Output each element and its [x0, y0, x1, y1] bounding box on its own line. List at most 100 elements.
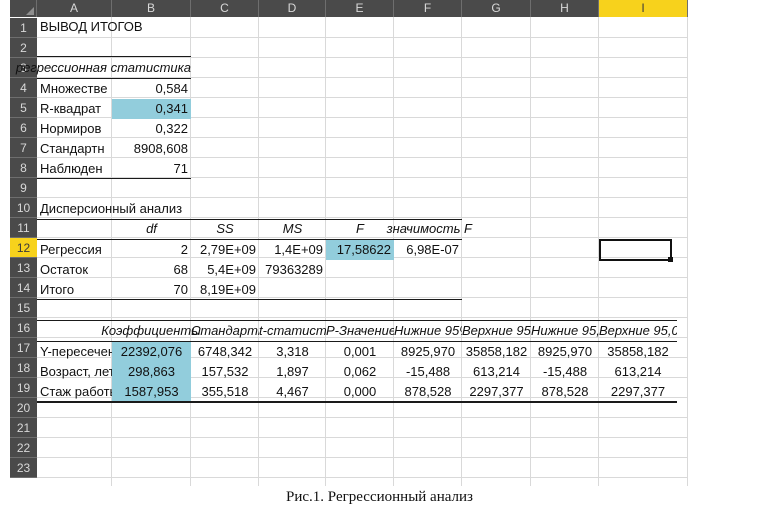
- stat-label[interactable]: Стандартн: [37, 139, 112, 159]
- row-header-18[interactable]: 18: [10, 358, 37, 378]
- coef-upper-95[interactable]: 613,214: [462, 362, 531, 382]
- anova-df[interactable]: 68: [112, 260, 191, 280]
- stat-value[interactable]: 8908,608: [112, 139, 191, 159]
- row-header-13[interactable]: 13: [10, 258, 37, 278]
- row-header-4[interactable]: 4: [10, 78, 37, 98]
- anova-df[interactable]: 2: [112, 240, 191, 260]
- row-header-20[interactable]: 20: [10, 398, 37, 418]
- anova-row-label[interactable]: Итого: [37, 280, 112, 300]
- anova-ss[interactable]: 5,4E+09: [191, 260, 259, 280]
- row-header-5[interactable]: 5: [10, 98, 37, 118]
- anova-row-label[interactable]: Регрессия: [37, 240, 112, 260]
- coef-p-value[interactable]: 0,000: [326, 382, 394, 402]
- coef-header-t-stat[interactable]: t-статистика: [259, 321, 326, 341]
- row-header-1[interactable]: 1: [10, 18, 37, 38]
- stat-label[interactable]: Множестве: [37, 79, 112, 99]
- stat-value[interactable]: 71: [112, 159, 191, 179]
- stat-label[interactable]: R-квадрат: [37, 99, 112, 119]
- anova-df[interactable]: 70: [112, 280, 191, 300]
- coef-lower-95[interactable]: 8925,970: [394, 342, 462, 362]
- coef-t-stat[interactable]: 4,467: [259, 382, 326, 402]
- stat-value[interactable]: 0,322: [112, 119, 191, 139]
- column-header-h[interactable]: H: [531, 0, 599, 17]
- coef-row-label[interactable]: Стаж работы: [37, 382, 112, 402]
- coef-value-highlighted[interactable]: 22392,076: [112, 342, 191, 362]
- anova-ss[interactable]: 8,19E+09: [191, 280, 259, 300]
- coef-std-error[interactable]: 157,532: [191, 362, 259, 382]
- fill-handle[interactable]: [668, 257, 673, 262]
- coef-upper-95[interactable]: 2297,377: [462, 382, 531, 402]
- coef-upper-95-0[interactable]: 2297,377: [599, 382, 677, 402]
- active-cell-selection[interactable]: [599, 239, 673, 262]
- coef-value-highlighted[interactable]: 1587,953: [112, 382, 191, 402]
- anova-title[interactable]: Дисперсионный анализ: [37, 199, 237, 219]
- row-header-2[interactable]: 2: [10, 38, 37, 58]
- grid-row-line: [37, 417, 688, 418]
- output-title[interactable]: ВЫВОД ИТОГОВ: [37, 17, 197, 37]
- stat-label[interactable]: Наблюден: [37, 159, 112, 179]
- stat-value-highlighted[interactable]: 0,341: [112, 99, 191, 119]
- anova-row-label[interactable]: Остаток: [37, 260, 112, 280]
- column-header-g[interactable]: G: [462, 0, 531, 17]
- anova-header-ss[interactable]: SS: [191, 219, 259, 239]
- row-header-14[interactable]: 14: [10, 278, 37, 298]
- stat-label[interactable]: Нормиров: [37, 119, 112, 139]
- anova-f-highlighted[interactable]: 17,58622: [326, 240, 394, 260]
- row-header-17[interactable]: 17: [10, 338, 37, 358]
- anova-ms[interactable]: 1,4E+09: [259, 240, 326, 260]
- coef-t-stat[interactable]: 1,897: [259, 362, 326, 382]
- coef-lower-95[interactable]: -15,488: [394, 362, 462, 382]
- column-header-f[interactable]: F: [394, 0, 462, 17]
- coef-header-lower-95-0[interactable]: Нижние 95,0%: [531, 321, 599, 341]
- anova-ss[interactable]: 2,79E+09: [191, 240, 259, 260]
- row-header-8[interactable]: 8: [10, 158, 37, 178]
- row-header-10[interactable]: 10: [10, 198, 37, 218]
- coef-lower-95[interactable]: 878,528: [394, 382, 462, 402]
- column-header-b[interactable]: B: [112, 0, 191, 17]
- row-header-21[interactable]: 21: [10, 418, 37, 438]
- column-header-a[interactable]: A: [37, 0, 112, 17]
- coef-header-upper-95[interactable]: Верхние 95%: [462, 321, 531, 341]
- row-header-12[interactable]: 12: [10, 238, 37, 258]
- coef-value-highlighted[interactable]: 298,863: [112, 362, 191, 382]
- column-header-d[interactable]: D: [259, 0, 326, 17]
- coef-upper-95-0[interactable]: 613,214: [599, 362, 677, 382]
- coef-header-lower-95[interactable]: Нижние 95%: [394, 321, 462, 341]
- coef-header-std-error[interactable]: Стандартная ошибка: [191, 321, 259, 341]
- coef-row-label[interactable]: Возраст, лет: [37, 362, 112, 382]
- regression-stats-header[interactable]: регрессионная статистика: [0, 58, 194, 78]
- row-header-22[interactable]: 22: [10, 438, 37, 458]
- anova-header-ms[interactable]: MS: [259, 219, 326, 239]
- anova-header-significance-f[interactable]: значимость F: [340, 219, 475, 239]
- coef-header-p-value[interactable]: P-Значение: [326, 321, 394, 341]
- row-header-19[interactable]: 19: [10, 378, 37, 398]
- select-all-corner[interactable]: [10, 0, 37, 17]
- coef-std-error[interactable]: 6748,342: [191, 342, 259, 362]
- row-header-7[interactable]: 7: [10, 138, 37, 158]
- column-header-i[interactable]: I: [599, 0, 688, 17]
- coef-t-stat[interactable]: 3,318: [259, 342, 326, 362]
- anova-significance-f[interactable]: 6,98E-07: [394, 240, 462, 260]
- column-header-c[interactable]: C: [191, 0, 259, 17]
- anova-header-df[interactable]: df: [112, 219, 191, 239]
- grid-row-line: [37, 437, 688, 438]
- row-header-6[interactable]: 6: [10, 118, 37, 138]
- coef-header-upper-95-0[interactable]: Верхние 95,0%: [599, 321, 677, 341]
- row-header-15[interactable]: 15: [10, 298, 37, 318]
- coef-std-error[interactable]: 355,518: [191, 382, 259, 402]
- coef-lower-95-0[interactable]: 8925,970: [531, 342, 599, 362]
- coef-upper-95-0[interactable]: 35858,182: [599, 342, 677, 362]
- row-header-11[interactable]: 11: [10, 218, 37, 238]
- anova-ms[interactable]: 79363289: [259, 260, 326, 280]
- coef-lower-95-0[interactable]: -15,488: [531, 362, 599, 382]
- column-header-e[interactable]: E: [326, 0, 394, 17]
- row-header-23[interactable]: 23: [10, 458, 37, 478]
- coef-p-value[interactable]: 0,062: [326, 362, 394, 382]
- row-header-9[interactable]: 9: [10, 178, 37, 198]
- row-header-16[interactable]: 16: [10, 318, 37, 338]
- stat-value[interactable]: 0,584: [112, 79, 191, 99]
- coef-lower-95-0[interactable]: 878,528: [531, 382, 599, 402]
- coef-p-value[interactable]: 0,001: [326, 342, 394, 362]
- coef-upper-95[interactable]: 35858,182: [462, 342, 531, 362]
- coef-row-label[interactable]: Y-пересечение: [37, 342, 112, 362]
